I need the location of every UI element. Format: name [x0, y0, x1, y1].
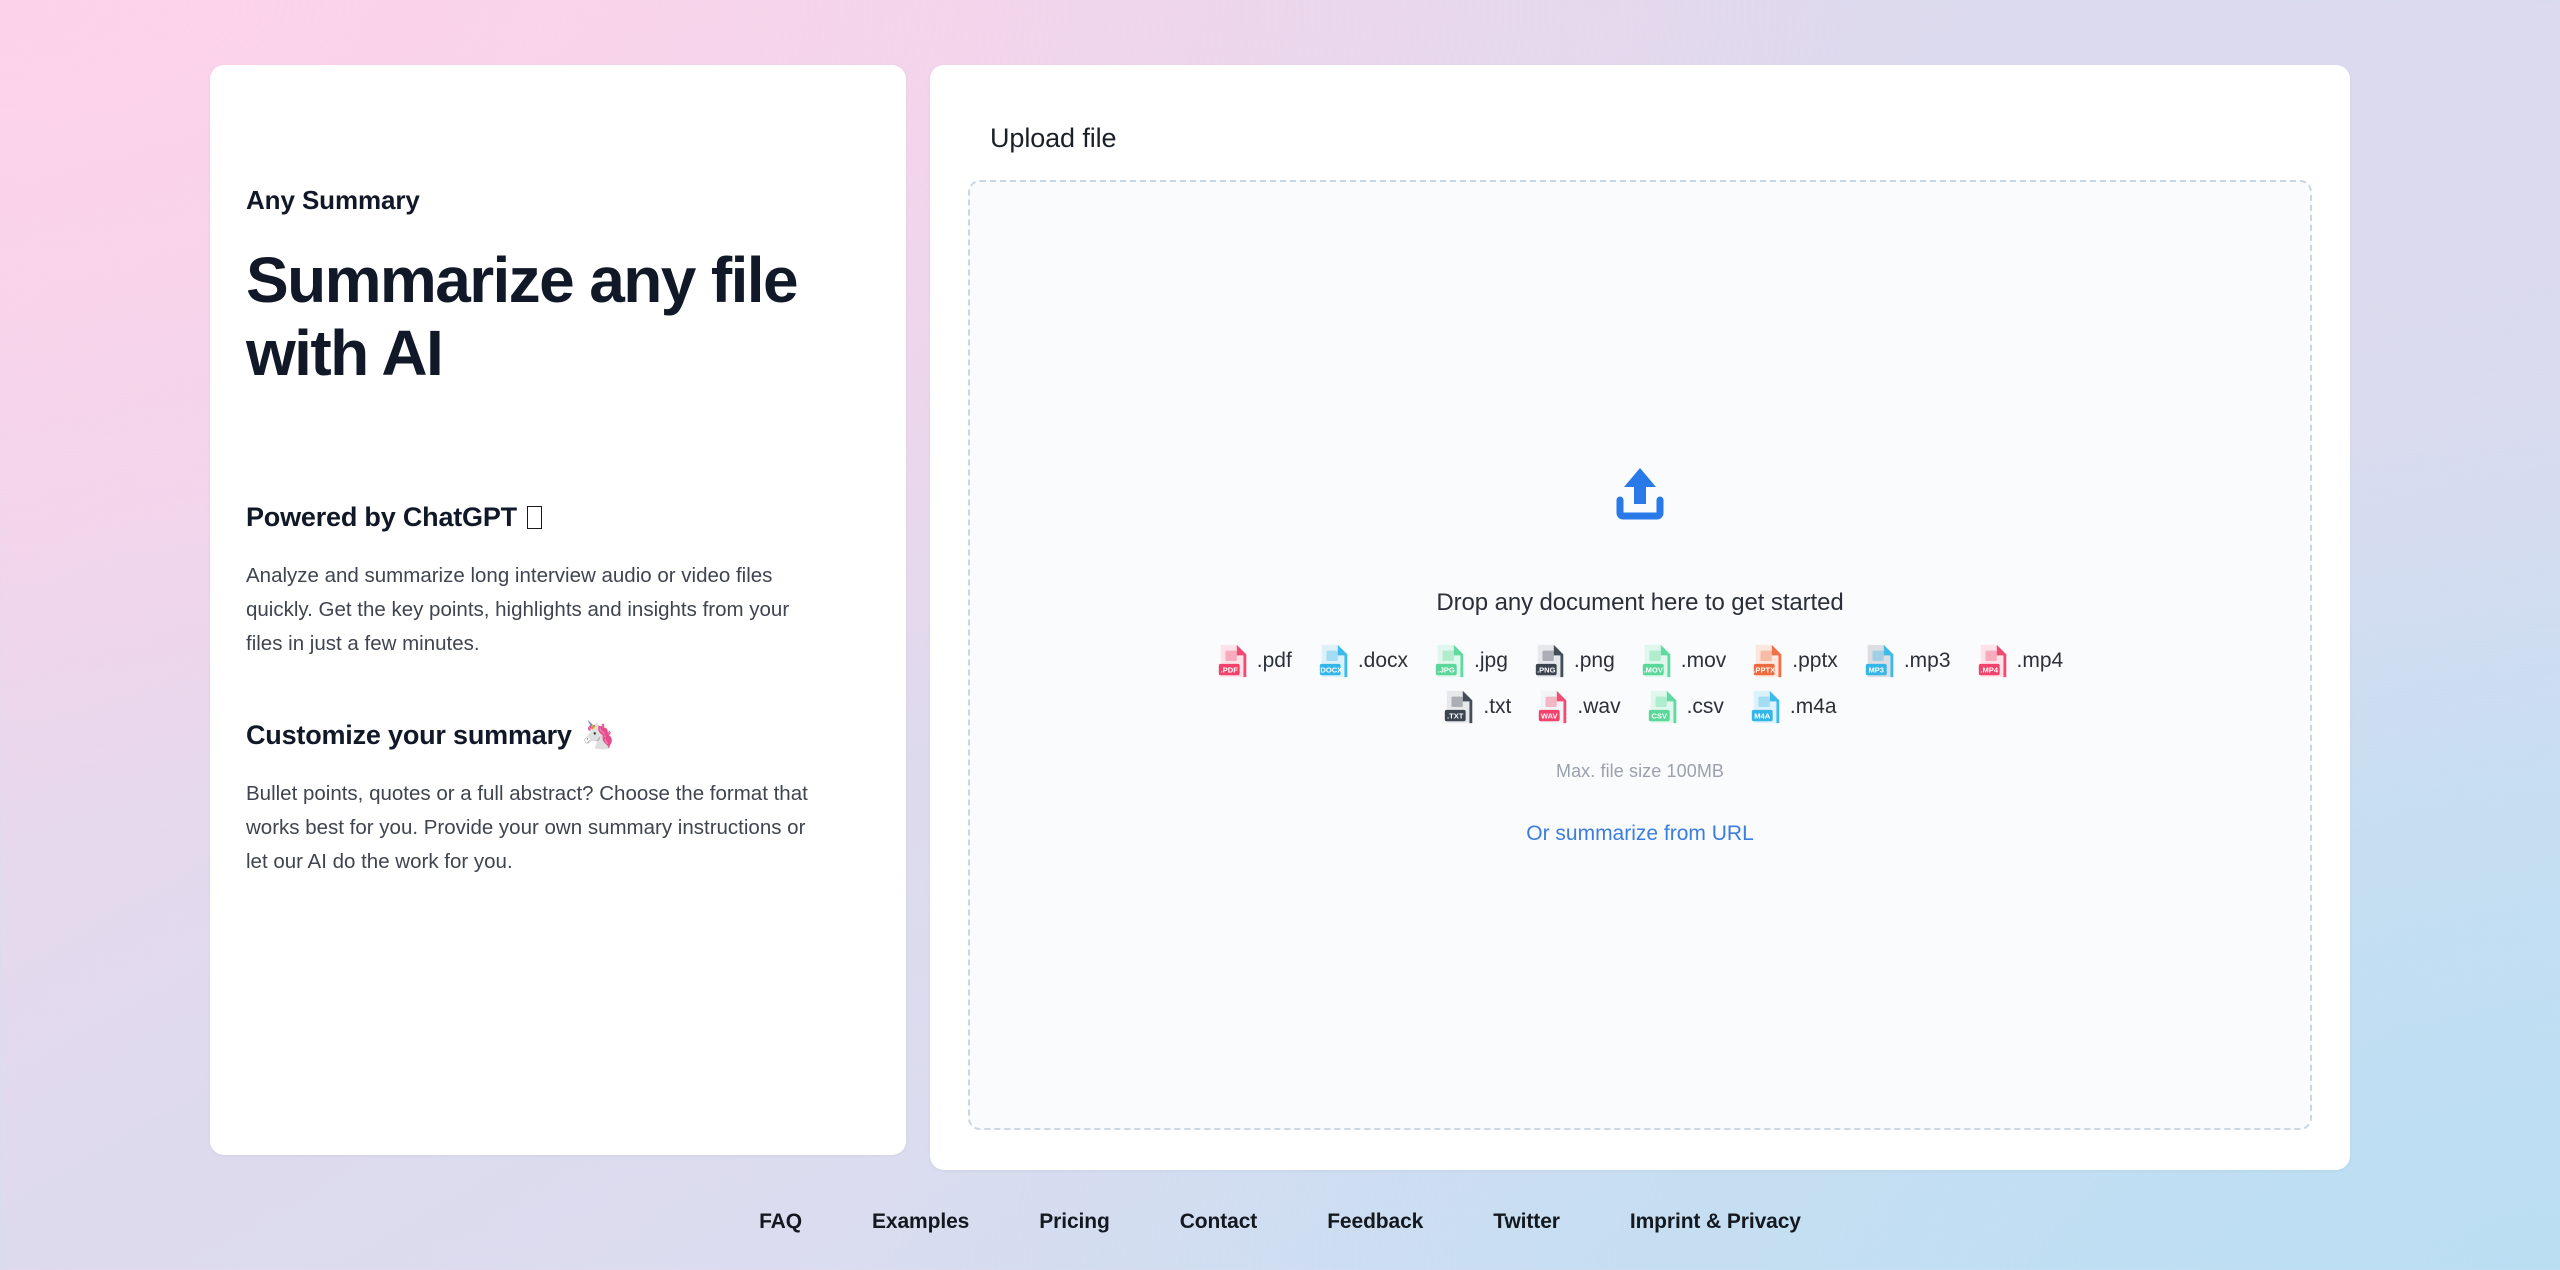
- summarize-from-url-link[interactable]: Or summarize from URL: [1526, 822, 1754, 846]
- pdf-file-icon: .PDF: [1217, 643, 1250, 679]
- filetype-label: .mp3: [1904, 649, 1951, 673]
- filetype-row-1: .PDF .pdf .DOCX .docx .JPG .jpg .PNG .png .MOV .m…: [990, 643, 2290, 679]
- footer-nav: FAQExamplesPricingContactFeedbackTwitter…: [0, 1170, 2560, 1270]
- filetype-chip: MP3 .mp3: [1864, 643, 1951, 679]
- feature-title: Powered by ChatGPT: [246, 502, 820, 533]
- filetype-chip: WAV .wav: [1537, 689, 1620, 725]
- feature-body-text: Bullet points, quotes or a full abstract…: [246, 777, 820, 880]
- filetype-chip: .JPG .jpg: [1434, 643, 1508, 679]
- filetype-label: .mp4: [2017, 649, 2064, 673]
- docx-file-icon: .DOCX: [1318, 643, 1351, 679]
- jpg-file-icon: .JPG: [1434, 643, 1467, 679]
- svg-text:.PPTX: .PPTX: [1754, 665, 1776, 674]
- m4a-file-icon: M4A: [1750, 689, 1783, 725]
- upload-panel-title: Upload file: [990, 123, 2312, 154]
- missing-glyph-icon: [527, 506, 542, 529]
- feature-block: Powered by ChatGPT Analyze and summarize …: [246, 502, 820, 662]
- mov-file-icon: .MOV: [1641, 643, 1674, 679]
- filetype-label: .wav: [1577, 695, 1620, 719]
- footer-link-feedback[interactable]: Feedback: [1292, 1210, 1458, 1234]
- supported-filetypes: .PDF .pdf .DOCX .docx .JPG .jpg .PNG .png .MOV .m…: [990, 643, 2290, 735]
- filetype-label: .docx: [1358, 649, 1408, 673]
- png-file-icon: .PNG: [1534, 643, 1567, 679]
- svg-text:M4A: M4A: [1754, 711, 1771, 720]
- mp3-file-icon: MP3: [1864, 643, 1897, 679]
- footer-link-contact[interactable]: Contact: [1145, 1210, 1292, 1234]
- footer-link-faq[interactable]: FAQ: [724, 1210, 837, 1234]
- wav-file-icon: WAV: [1537, 689, 1570, 725]
- svg-text:.PDF: .PDF: [1220, 665, 1238, 674]
- svg-text:WAV: WAV: [1541, 711, 1558, 720]
- upload-arrow-tray-icon: [1612, 464, 1668, 527]
- drop-instruction-text: Drop any document here to get started: [1436, 589, 1843, 617]
- svg-text:.MP4: .MP4: [1980, 665, 1998, 674]
- filetype-label: .jpg: [1474, 649, 1508, 673]
- filetype-chip: .TXT .txt: [1443, 689, 1511, 725]
- filetype-chip: .DOCX .docx: [1318, 643, 1408, 679]
- file-dropzone[interactable]: Drop any document here to get started .P…: [968, 180, 2312, 1130]
- footer-link-pricing[interactable]: Pricing: [1004, 1210, 1144, 1234]
- filetype-label: .png: [1574, 649, 1615, 673]
- max-filesize-text: Max. file size 100MB: [1556, 761, 1724, 782]
- csv-file-icon: CSV: [1647, 689, 1680, 725]
- mp4-file-icon: .MP4: [1977, 643, 2010, 679]
- svg-text:MP3: MP3: [1868, 665, 1884, 674]
- svg-text:.TXT: .TXT: [1447, 711, 1464, 720]
- svg-text:CSV: CSV: [1651, 711, 1667, 720]
- footer-link-imprint-privacy[interactable]: Imprint & Privacy: [1595, 1210, 1836, 1234]
- filetype-label: .csv: [1687, 695, 1724, 719]
- svg-text:.PNG: .PNG: [1537, 665, 1556, 674]
- filetype-label: .pdf: [1257, 649, 1292, 673]
- feature-title: Customize your summary 🦄: [246, 720, 820, 751]
- filetype-chip: .MP4 .mp4: [1977, 643, 2064, 679]
- feature-title-text: Powered by ChatGPT: [246, 502, 517, 533]
- brand-name: Any Summary: [246, 185, 820, 216]
- footer-link-twitter[interactable]: Twitter: [1458, 1210, 1595, 1234]
- filetype-chip: .PNG .png: [1534, 643, 1615, 679]
- hero-card: Any Summary Summarize any file with AI P…: [210, 65, 906, 1155]
- svg-text:.JPG: .JPG: [1438, 665, 1455, 674]
- svg-text:.MOV: .MOV: [1643, 665, 1662, 674]
- feature-list: Powered by ChatGPT Analyze and summarize …: [246, 502, 820, 879]
- page-title: Summarize any file with AI: [246, 244, 820, 390]
- filetype-label: .pptx: [1792, 649, 1838, 673]
- feature-title-text: Customize your summary: [246, 720, 572, 751]
- filetype-label: .txt: [1483, 695, 1511, 719]
- filetype-label: .m4a: [1790, 695, 1837, 719]
- page-content: Any Summary Summarize any file with AI P…: [0, 0, 2560, 1170]
- filetype-chip: CSV .csv: [1647, 689, 1724, 725]
- txt-file-icon: .TXT: [1443, 689, 1476, 725]
- feature-body-text: Analyze and summarize long interview aud…: [246, 559, 820, 662]
- filetype-row-2: .TXT .txt WAV .wav CSV .csv M4A .m4a: [990, 689, 2290, 725]
- upload-card: Upload file Drop any document here to ge…: [930, 65, 2350, 1170]
- filetype-chip: .PDF .pdf: [1217, 643, 1292, 679]
- svg-text:.DOCX: .DOCX: [1318, 665, 1342, 674]
- footer-link-examples[interactable]: Examples: [837, 1210, 1004, 1234]
- feature-block: Customize your summary 🦄 Bullet points, qu…: [246, 720, 820, 880]
- pptx-file-icon: .PPTX: [1752, 643, 1785, 679]
- filetype-chip: .PPTX .pptx: [1752, 643, 1838, 679]
- filetype-chip: M4A .m4a: [1750, 689, 1837, 725]
- filetype-chip: .MOV .mov: [1641, 643, 1727, 679]
- unicorn-icon: 🦄: [582, 722, 615, 749]
- filetype-label: .mov: [1681, 649, 1727, 673]
